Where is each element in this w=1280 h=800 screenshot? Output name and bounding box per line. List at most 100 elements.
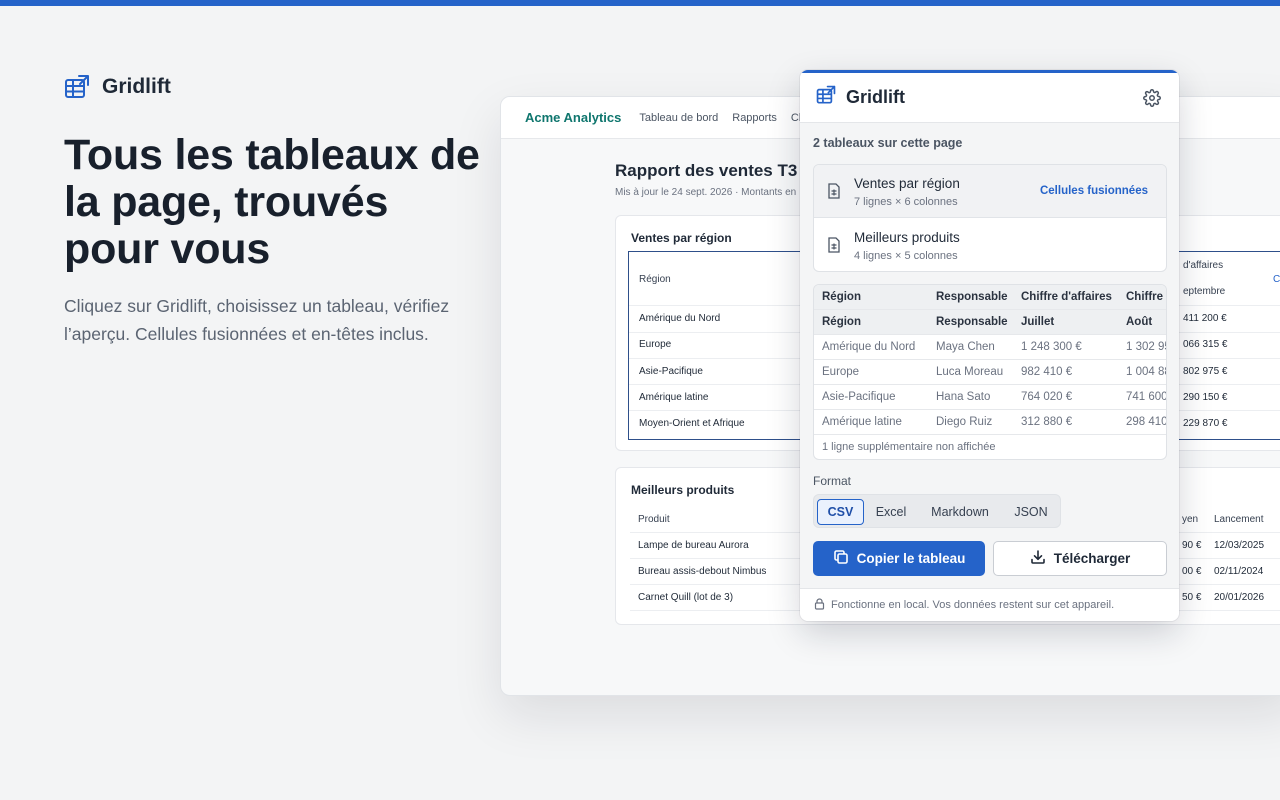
- table-cell: 90 €: [1182, 540, 1202, 551]
- table-cell: 802 975 €: [1183, 366, 1228, 377]
- table-cell: 411 200 €: [1183, 313, 1227, 324]
- preview-header-cell: Chiffre d'affaires: [1021, 291, 1112, 303]
- preview-row: Asie-Pacifique Hana Sato 764 020 € 741 6…: [814, 385, 1167, 410]
- table-list-item-top-products[interactable]: Meilleurs produits 4 lignes × 5 colonnes: [814, 219, 1166, 271]
- table-export-icon: [64, 74, 90, 100]
- preview-cell: Asie-Pacifique: [822, 391, 896, 403]
- preview-cell: Diego Ruiz: [936, 416, 993, 428]
- table-cell: Moyen-Orient et Afrique: [639, 418, 745, 429]
- preview-cell: 1 302 95: [1126, 341, 1167, 353]
- format-option-csv[interactable]: CSV: [817, 499, 864, 525]
- table-preview: Région Responsable Chiffre d'affaires Ch…: [813, 284, 1167, 460]
- preview-row: Amérique du Nord Maya Chen 1 248 300 € 1…: [814, 335, 1167, 360]
- preview-header-cell: Région: [822, 316, 861, 328]
- tables-count-label: 2 tableaux sur cette page: [813, 136, 963, 150]
- table-cell: 229 870 €: [1183, 418, 1228, 429]
- preview-cell: 741 600: [1126, 391, 1167, 403]
- format-label: Format: [813, 474, 852, 488]
- preview-row: Amérique latine Diego Ruiz 312 880 € 298…: [814, 410, 1167, 435]
- popup-title: Gridlift: [846, 87, 905, 107]
- table-cell: Lampe de bureau Aurora: [638, 540, 749, 551]
- preview-cell: 982 410 €: [1021, 366, 1073, 378]
- nav-link-dashboard[interactable]: Tableau de bord: [639, 112, 718, 124]
- preview-header-row: Région Responsable Juillet Août: [814, 310, 1166, 335]
- table-name: Meilleurs produits: [854, 230, 960, 245]
- column-header: d'affaires: [1183, 260, 1224, 271]
- preview-header-cell: Juillet: [1021, 316, 1055, 328]
- nav-link-reports[interactable]: Rapports: [732, 112, 777, 124]
- table-list-item-sales-by-region[interactable]: Ventes par région 7 lignes × 6 colonnes …: [814, 165, 1166, 218]
- popup-footer: Fonctionne en local. Vos données restent…: [800, 588, 1179, 621]
- preview-cell: Luca Moreau: [936, 366, 1004, 378]
- preview-header-cell: Chiffre d: [1126, 291, 1166, 303]
- preview-cell: Europe: [822, 366, 860, 378]
- column-header: C: [1273, 274, 1280, 285]
- table-export-icon: [816, 85, 836, 110]
- card-title: Ventes par région: [631, 231, 732, 245]
- column-header: eptembre: [1183, 286, 1226, 297]
- preview-header-cell: Août: [1126, 316, 1153, 328]
- table-list: Ventes par région 7 lignes × 6 colonnes …: [813, 164, 1167, 272]
- report-meta: Mis à jour le 24 sept. 2026 · Montants e…: [615, 187, 797, 198]
- settings-gear-icon[interactable]: [1143, 89, 1161, 107]
- download-label: Télécharger: [1053, 551, 1131, 566]
- table-name: Ventes par région: [854, 176, 960, 191]
- table-dimensions: 7 lignes × 6 colonnes: [854, 196, 958, 208]
- column-header: Lancement: [1214, 514, 1264, 525]
- preview-header-cell: Région: [822, 291, 861, 303]
- table-cell: Carnet Quill (lot de 3): [638, 592, 734, 603]
- preview-row: Europe Luca Moreau 982 410 € 1 004 88: [814, 360, 1166, 385]
- copy-table-button[interactable]: Copier le tableau: [813, 541, 985, 576]
- table-cell: 066 315 €: [1183, 339, 1228, 350]
- table-cell: 12/03/2025: [1214, 540, 1265, 551]
- preview-header-cell: Responsable: [936, 316, 1008, 328]
- download-button[interactable]: Télécharger: [993, 541, 1167, 576]
- column-header: Produit: [638, 514, 670, 525]
- table-dimensions: 4 lignes × 5 colonnes: [854, 250, 958, 262]
- preview-cell: Amérique latine: [822, 416, 902, 428]
- copy-icon: [833, 549, 849, 568]
- top-accent-bar: [0, 0, 1280, 6]
- preview-cell: Maya Chen: [936, 341, 995, 353]
- preview-header-cell: Responsable: [936, 291, 1008, 303]
- format-option-excel[interactable]: Excel: [866, 499, 916, 525]
- merged-cells-badge: Cellules fusionnées: [1039, 185, 1148, 197]
- privacy-note: Fonctionne en local. Vos données restent…: [831, 599, 1115, 611]
- format-option-json[interactable]: JSON: [1004, 499, 1058, 525]
- table-cell: 50 €: [1182, 592, 1202, 603]
- preview-cell: Amérique du Nord: [822, 341, 916, 353]
- more-rows-note: 1 ligne supplémentaire non affichée: [822, 441, 996, 453]
- hero-subtitle: Cliquez sur Gridlift, choisissez un tabl…: [64, 296, 450, 344]
- popup-header: Gridlift: [800, 73, 1179, 123]
- preview-cell: 1 248 300 €: [1021, 341, 1082, 353]
- table-cell: Bureau assis-debout Nimbus: [638, 566, 767, 577]
- format-option-markdown[interactable]: Markdown: [918, 499, 1002, 525]
- brand-name: Gridlift: [102, 75, 171, 98]
- card-title: Meilleurs produits: [631, 483, 735, 497]
- download-icon: [1030, 549, 1046, 568]
- table-cell: Amérique latine: [639, 392, 709, 403]
- document-icon: [827, 183, 841, 199]
- table-cell: 02/11/2024: [1214, 566, 1264, 577]
- column-header: yen: [1182, 514, 1199, 525]
- table-cell: 290 150 €: [1183, 392, 1228, 403]
- preview-header-row: Région Responsable Chiffre d'affaires Ch…: [814, 285, 1166, 310]
- table-cell: Europe: [639, 339, 672, 350]
- lock-icon: [814, 597, 825, 613]
- copy-table-label: Copier le tableau: [856, 551, 966, 566]
- preview-cell: 764 020 €: [1021, 391, 1073, 403]
- table-cell: Amérique du Nord: [639, 313, 721, 324]
- preview-cell: Hana Sato: [936, 391, 991, 403]
- hero-title: Tous les tableaux de la page, trouvés po…: [64, 131, 480, 273]
- column-header: Région: [639, 274, 671, 285]
- report-title: Rapport des ventes T3: [615, 161, 798, 180]
- preview-cell: 312 880 €: [1021, 416, 1073, 428]
- document-icon: [827, 237, 841, 253]
- table-cell: Asie-Pacifique: [639, 366, 703, 377]
- format-selector: CSV Excel Markdown JSON: [813, 494, 1061, 528]
- site-logo[interactable]: Acme Analytics: [525, 110, 621, 125]
- brand: Gridlift: [64, 74, 171, 100]
- preview-cell: 298 410: [1126, 416, 1167, 428]
- table-cell: 20/01/2026: [1214, 592, 1265, 603]
- table-cell: 00 €: [1182, 566, 1202, 577]
